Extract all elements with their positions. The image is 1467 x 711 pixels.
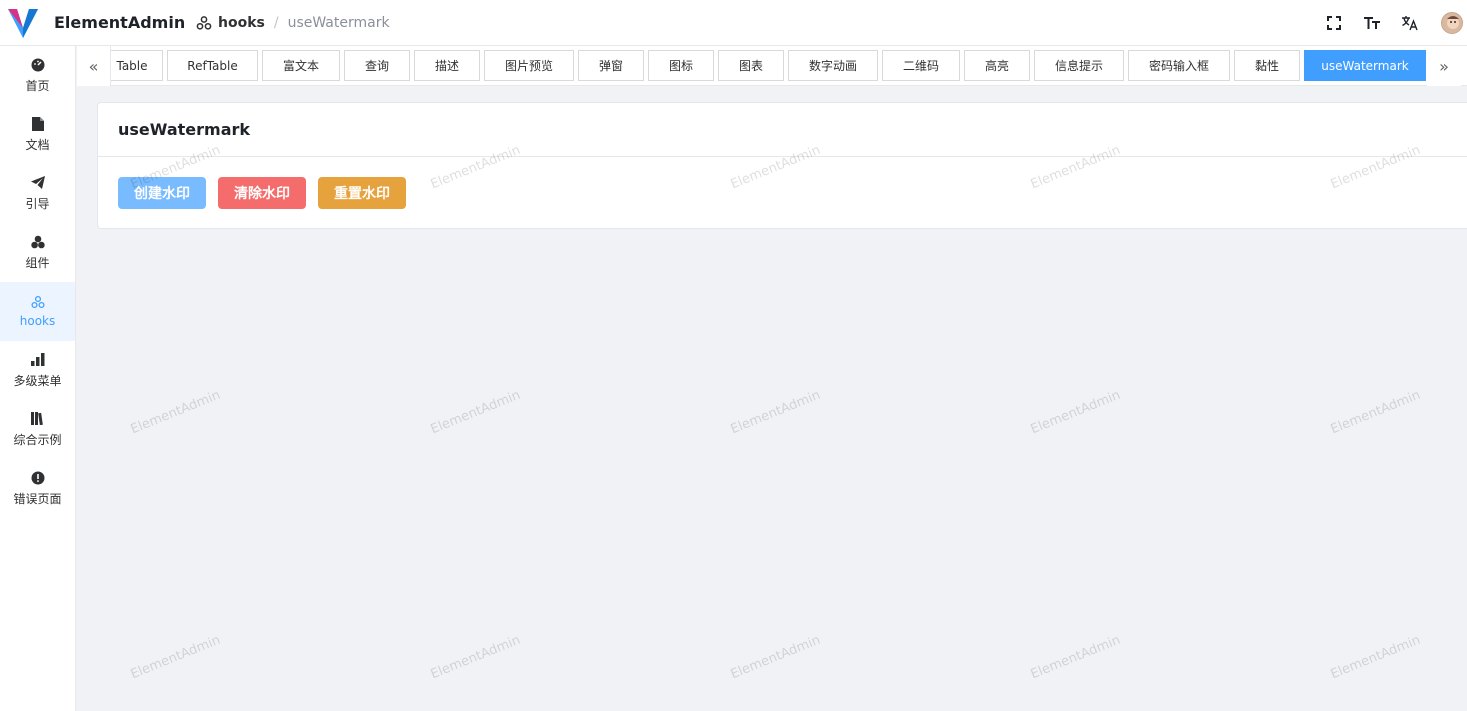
sidebar-item-error-pages[interactable]: 错误页面 [0,459,75,518]
avatar [1441,12,1463,34]
breadcrumb-item-hooks[interactable]: hooks [218,15,265,31]
logo-icon [8,8,38,38]
avatar-button[interactable] [1429,0,1467,46]
translate-icon [1402,16,1418,31]
bar-chart-icon [30,353,45,367]
sidebar-item-label: 多级菜单 [13,373,62,388]
tag-descriptions[interactable]: 描述 [414,50,480,81]
sidebar: 首页 文档 引导 组件 hooks 多级菜单 综合示例 错误页面 [0,46,76,711]
watermark-text: ElementAdmin [1328,387,1423,438]
sidebar-item-components[interactable]: 组件 [0,223,75,282]
tag-table[interactable]: Table [111,50,163,81]
fullscreen-icon [1327,16,1341,30]
tag-infotip[interactable]: 信息提示 [1034,50,1124,81]
sidebar-item-home[interactable]: 首页 [0,46,75,105]
document-icon [31,116,45,131]
tag-reftable[interactable]: RefTable [167,50,258,81]
sidebar-item-label: 文档 [25,137,50,152]
tag-qrcode[interactable]: 二维码 [882,50,960,81]
watermark-text: ElementAdmin [1028,632,1123,683]
header-tools [1315,0,1467,46]
error-icon [31,471,45,485]
components-icon [30,235,45,249]
sidebar-item-examples[interactable]: 综合示例 [0,400,75,459]
tag-usewatermark[interactable]: useWatermark [1304,50,1426,81]
clear-watermark-button[interactable]: 清除水印 [218,177,306,209]
sidebar-item-label: 综合示例 [13,432,62,447]
top-header: ElementAdmin hooks / useWatermark [0,0,1467,46]
sidebar-item-label: hooks [19,314,56,328]
tag-input-password[interactable]: 密码输入框 [1128,50,1230,81]
double-chevron-right-icon: » [1439,56,1449,76]
tag-count-to[interactable]: 数字动画 [788,50,878,81]
sidebar-item-label: 错误页面 [13,491,62,506]
sidebar-item-guide[interactable]: 引导 [0,164,75,223]
sidebar-item-label: 组件 [25,255,50,270]
tag-rich-text[interactable]: 富文本 [262,50,340,81]
reset-watermark-button[interactable]: 重置水印 [318,177,406,209]
hooks-icon [30,295,45,309]
tag-search[interactable]: 查询 [344,50,410,81]
double-chevron-left-icon: « [88,56,99,76]
sidebar-item-hooks[interactable]: hooks [0,282,75,341]
tag-image-viewer[interactable]: 图片预览 [484,50,574,81]
sidebar-item-label: 首页 [25,78,50,93]
tags-scroll-right-button[interactable]: » [1427,46,1461,86]
tag-highlight[interactable]: 高亮 [964,50,1030,81]
fullscreen-button[interactable] [1315,0,1353,46]
content-card: useWatermark 创建水印 清除水印 重置水印 [97,102,1467,229]
sidebar-item-multilevel-menu[interactable]: 多级菜单 [0,341,75,400]
app-logo[interactable] [0,0,46,46]
font-size-icon [1364,17,1380,29]
sidebar-item-label: 引导 [25,196,50,211]
watermark-text: ElementAdmin [128,387,223,438]
tag-dialog[interactable]: 弹窗 [578,50,644,81]
translate-button[interactable] [1391,0,1429,46]
tag-echarts[interactable]: 图表 [718,50,784,81]
sidebar-item-docs[interactable]: 文档 [0,105,75,164]
card-title: useWatermark [98,103,1467,157]
breadcrumb-item-current: useWatermark [287,14,390,31]
breadcrumb: hooks / useWatermark [196,15,390,31]
tag-icon[interactable]: 图标 [648,50,714,81]
watermark-text: ElementAdmin [1028,387,1123,438]
tags-view: « Table RefTable 富文本 查询 描述 图片预览 弹窗 图标 图表… [77,46,1467,86]
watermark-text: ElementAdmin [728,387,823,438]
create-watermark-button[interactable]: 创建水印 [118,177,206,209]
dashboard-icon [31,58,45,72]
tags-scroll-left-button[interactable]: « [77,46,111,86]
watermark-text: ElementAdmin [428,632,523,683]
watermark-text: ElementAdmin [128,632,223,683]
font-size-button[interactable] [1353,0,1391,46]
watermark-text: ElementAdmin [728,632,823,683]
tags-scroll-area: Table RefTable 富文本 查询 描述 图片预览 弹窗 图标 图表 数… [111,46,1427,86]
app-title[interactable]: ElementAdmin [54,13,185,32]
tag-sticky[interactable]: 黏性 [1234,50,1300,81]
books-icon [31,412,45,426]
watermark-text: ElementAdmin [428,387,523,438]
breadcrumb-separator: / [273,14,279,31]
paper-plane-icon [30,176,45,190]
watermark-text: ElementAdmin [1328,632,1423,683]
hooks-icon [196,15,212,31]
tags-track: Table RefTable 富文本 查询 描述 图片预览 弹窗 图标 图表 数… [111,50,1427,82]
card-body: 创建水印 清除水印 重置水印 [98,157,1467,229]
